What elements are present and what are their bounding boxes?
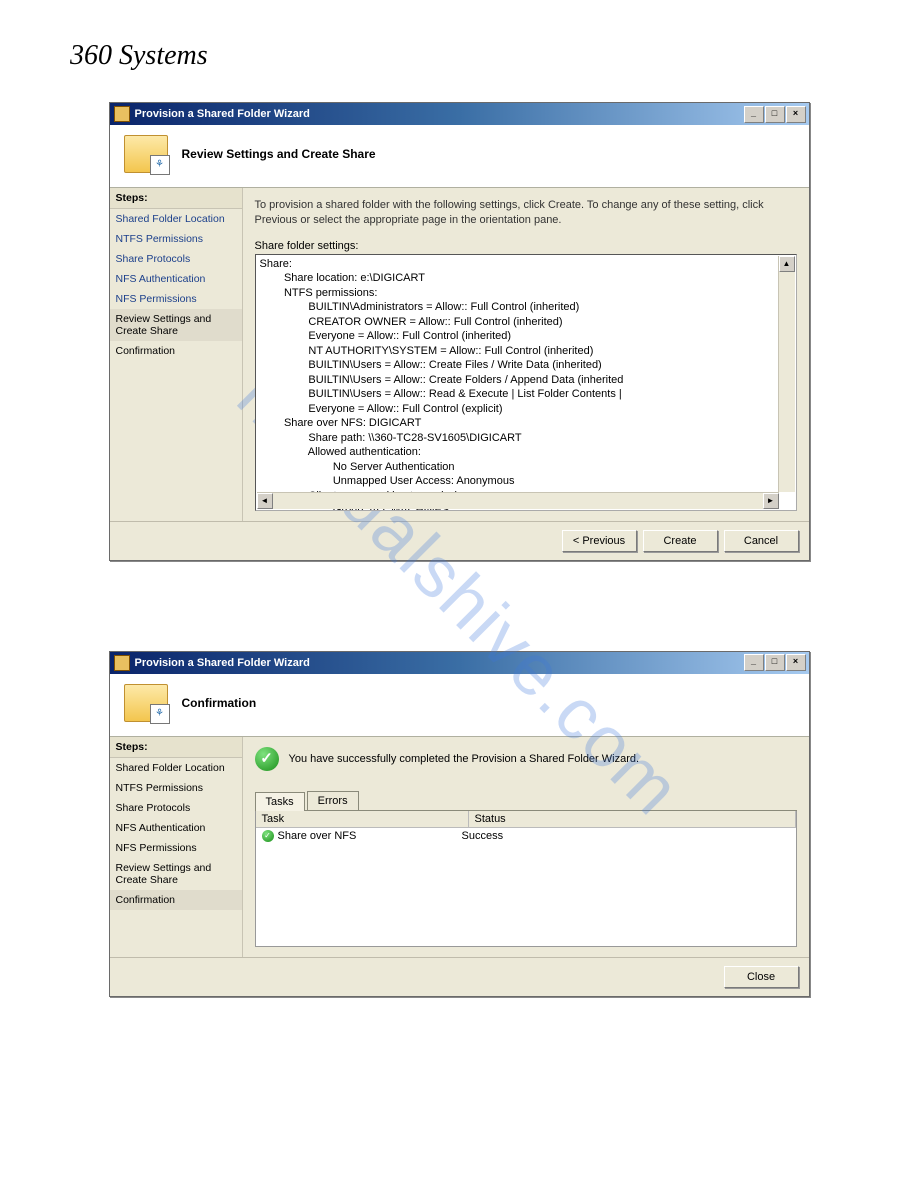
people-icon: ⚘ [150,155,170,175]
scroll-left-icon[interactable]: ◄ [257,493,273,509]
wizard-window-review: Provision a Shared Folder Wizard _ □ × ⚘… [109,102,810,561]
sidebar-step[interactable]: NFS Authentication [110,269,242,289]
previous-button[interactable]: < Previous [562,530,637,552]
window-title: Provision a Shared Folder Wizard [135,108,744,120]
steps-sidebar: Steps: Shared Folder LocationNTFS Permis… [110,737,243,957]
minimize-button[interactable]: _ [744,106,764,123]
tab-tasks[interactable]: Tasks [255,792,305,811]
titlebar: Provision a Shared Folder Wizard _ □ × [110,103,809,125]
success-banner: ✓ You have successfully completed the Pr… [255,747,797,771]
vertical-scrollbar[interactable]: ▲ [778,256,795,492]
task-row: ✓ Share over NFS Success [256,828,796,844]
sidebar-step[interactable]: Shared Folder Location [110,209,242,229]
steps-heading: Steps: [110,737,242,758]
sidebar-step[interactable]: NTFS Permissions [110,229,242,249]
sidebar-step: NTFS Permissions [110,778,242,798]
sidebar-step: NFS Permissions [110,838,242,858]
app-icon [114,106,130,122]
success-check-icon: ✓ [255,747,279,771]
settings-content: Share: Share location: e:\DIGICART NTFS … [256,255,796,511]
window-title: Provision a Shared Folder Wizard [135,657,744,669]
folder-share-icon: ⚘ [124,135,168,173]
maximize-button[interactable]: □ [765,654,785,671]
wizard-header: ⚘ Review Settings and Create Share [110,125,809,188]
content-pane: ✓ You have successfully completed the Pr… [243,737,809,957]
app-icon [114,655,130,671]
titlebar: Provision a Shared Folder Wizard _ □ × [110,652,809,674]
task-list-header: Task Status [256,811,796,828]
close-button[interactable]: × [786,654,806,671]
sidebar-step: NFS Authentication [110,818,242,838]
wizard-header: ⚘ Confirmation [110,674,809,737]
create-button[interactable]: Create [643,530,718,552]
task-success-icon: ✓ [262,830,274,842]
sidebar-step[interactable]: Share Protocols [110,249,242,269]
wizard-window-confirmation: Provision a Shared Folder Wizard _ □ × ⚘… [109,651,810,997]
close-button[interactable]: Close [724,966,799,988]
instruction-text: To provision a shared folder with the fo… [255,198,797,228]
scroll-up-icon[interactable]: ▲ [779,256,795,272]
button-row: < Previous Create Cancel [110,521,809,560]
logo: 360 Systems [0,40,918,102]
settings-textbox[interactable]: Share: Share location: e:\DIGICART NTFS … [255,254,797,511]
sidebar-step: Shared Folder Location [110,758,242,778]
sidebar-step: Review Settings and Create Share [110,858,242,890]
scroll-right-icon[interactable]: ► [763,493,779,509]
sidebar-step: Review Settings and Create Share [110,309,242,341]
sidebar-step: Confirmation [110,341,242,361]
success-message: You have successfully completed the Prov… [289,753,640,765]
minimize-button[interactable]: _ [744,654,764,671]
results-tabs: Tasks Errors Task Status ✓ Share over NF… [255,791,797,947]
col-task-header[interactable]: Task [256,811,469,827]
task-name: Share over NFS [278,830,357,842]
task-status: Success [462,830,790,842]
col-status-header[interactable]: Status [469,811,796,827]
page-title: Review Settings and Create Share [182,147,376,161]
page-title: Confirmation [182,696,257,710]
sidebar-step: Share Protocols [110,798,242,818]
maximize-button[interactable]: □ [765,106,785,123]
sidebar-step[interactable]: NFS Permissions [110,289,242,309]
button-row: Close [110,957,809,996]
cancel-button[interactable]: Cancel [724,530,799,552]
horizontal-scrollbar[interactable]: ◄ ► [257,492,779,509]
tab-errors[interactable]: Errors [307,791,359,810]
steps-sidebar: Steps: Shared Folder LocationNTFS Permis… [110,188,243,521]
people-icon: ⚘ [150,704,170,724]
settings-label: Share folder settings: [255,240,797,252]
folder-share-icon: ⚘ [124,684,168,722]
close-button[interactable]: × [786,106,806,123]
steps-heading: Steps: [110,188,242,209]
content-pane: To provision a shared folder with the fo… [243,188,809,521]
task-list: Task Status ✓ Share over NFS Success [255,811,797,947]
sidebar-step: Confirmation [110,890,242,910]
